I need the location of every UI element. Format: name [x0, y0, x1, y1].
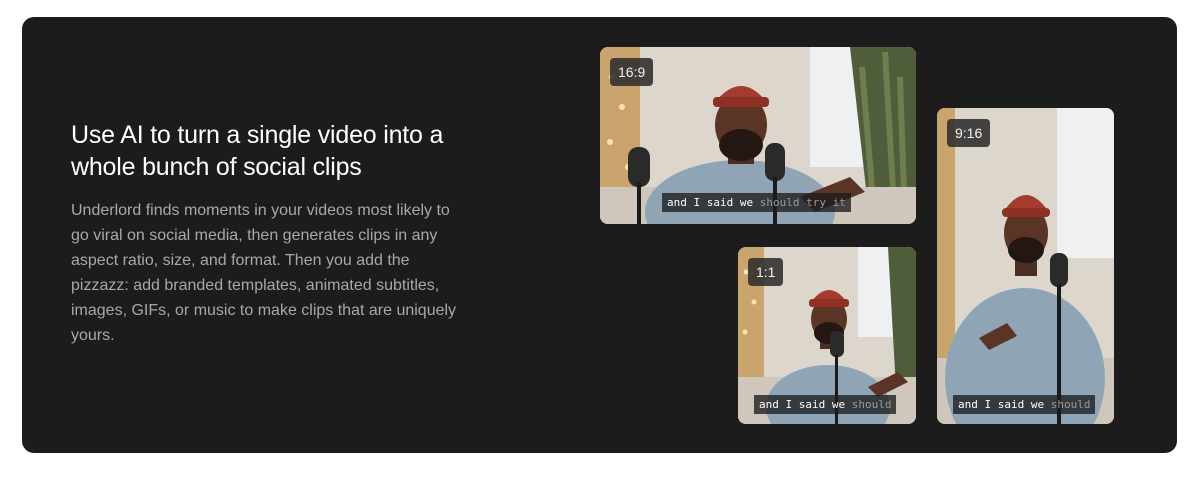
clip-9-16-thumbnail: [937, 108, 1114, 424]
feature-copy: Use AI to turn a single video into a who…: [71, 119, 461, 348]
subtitle-upcoming: should try it: [753, 196, 846, 209]
feature-card: Use AI to turn a single video into a who…: [22, 17, 1177, 453]
subtitle-spoken: and I said we: [958, 398, 1045, 411]
subtitle-caption: and I said we should: [953, 395, 1096, 414]
clip-1-1[interactable]: 1:1 and I said we should: [738, 247, 916, 424]
clip-16-9[interactable]: 16:9 and I said we should try it: [600, 47, 916, 224]
ratio-badge: 16:9: [610, 58, 654, 86]
subtitle-caption: and I said we should try it: [662, 193, 851, 212]
ratio-badge: 1:1: [748, 258, 784, 286]
subtitle-upcoming: should: [1044, 398, 1091, 411]
feature-title: Use AI to turn a single video into a who…: [71, 121, 444, 181]
clip-9-16[interactable]: 9:16 and I said we should: [937, 108, 1114, 424]
subtitle-caption: and I said we should: [754, 395, 897, 414]
feature-description: Underlord finds moments in your videos m…: [71, 202, 457, 344]
subtitle-spoken: and I said we: [759, 398, 846, 411]
subtitle-spoken: and I said we: [667, 196, 754, 209]
ratio-badge: 9:16: [947, 119, 991, 147]
subtitle-upcoming: should: [845, 398, 892, 411]
